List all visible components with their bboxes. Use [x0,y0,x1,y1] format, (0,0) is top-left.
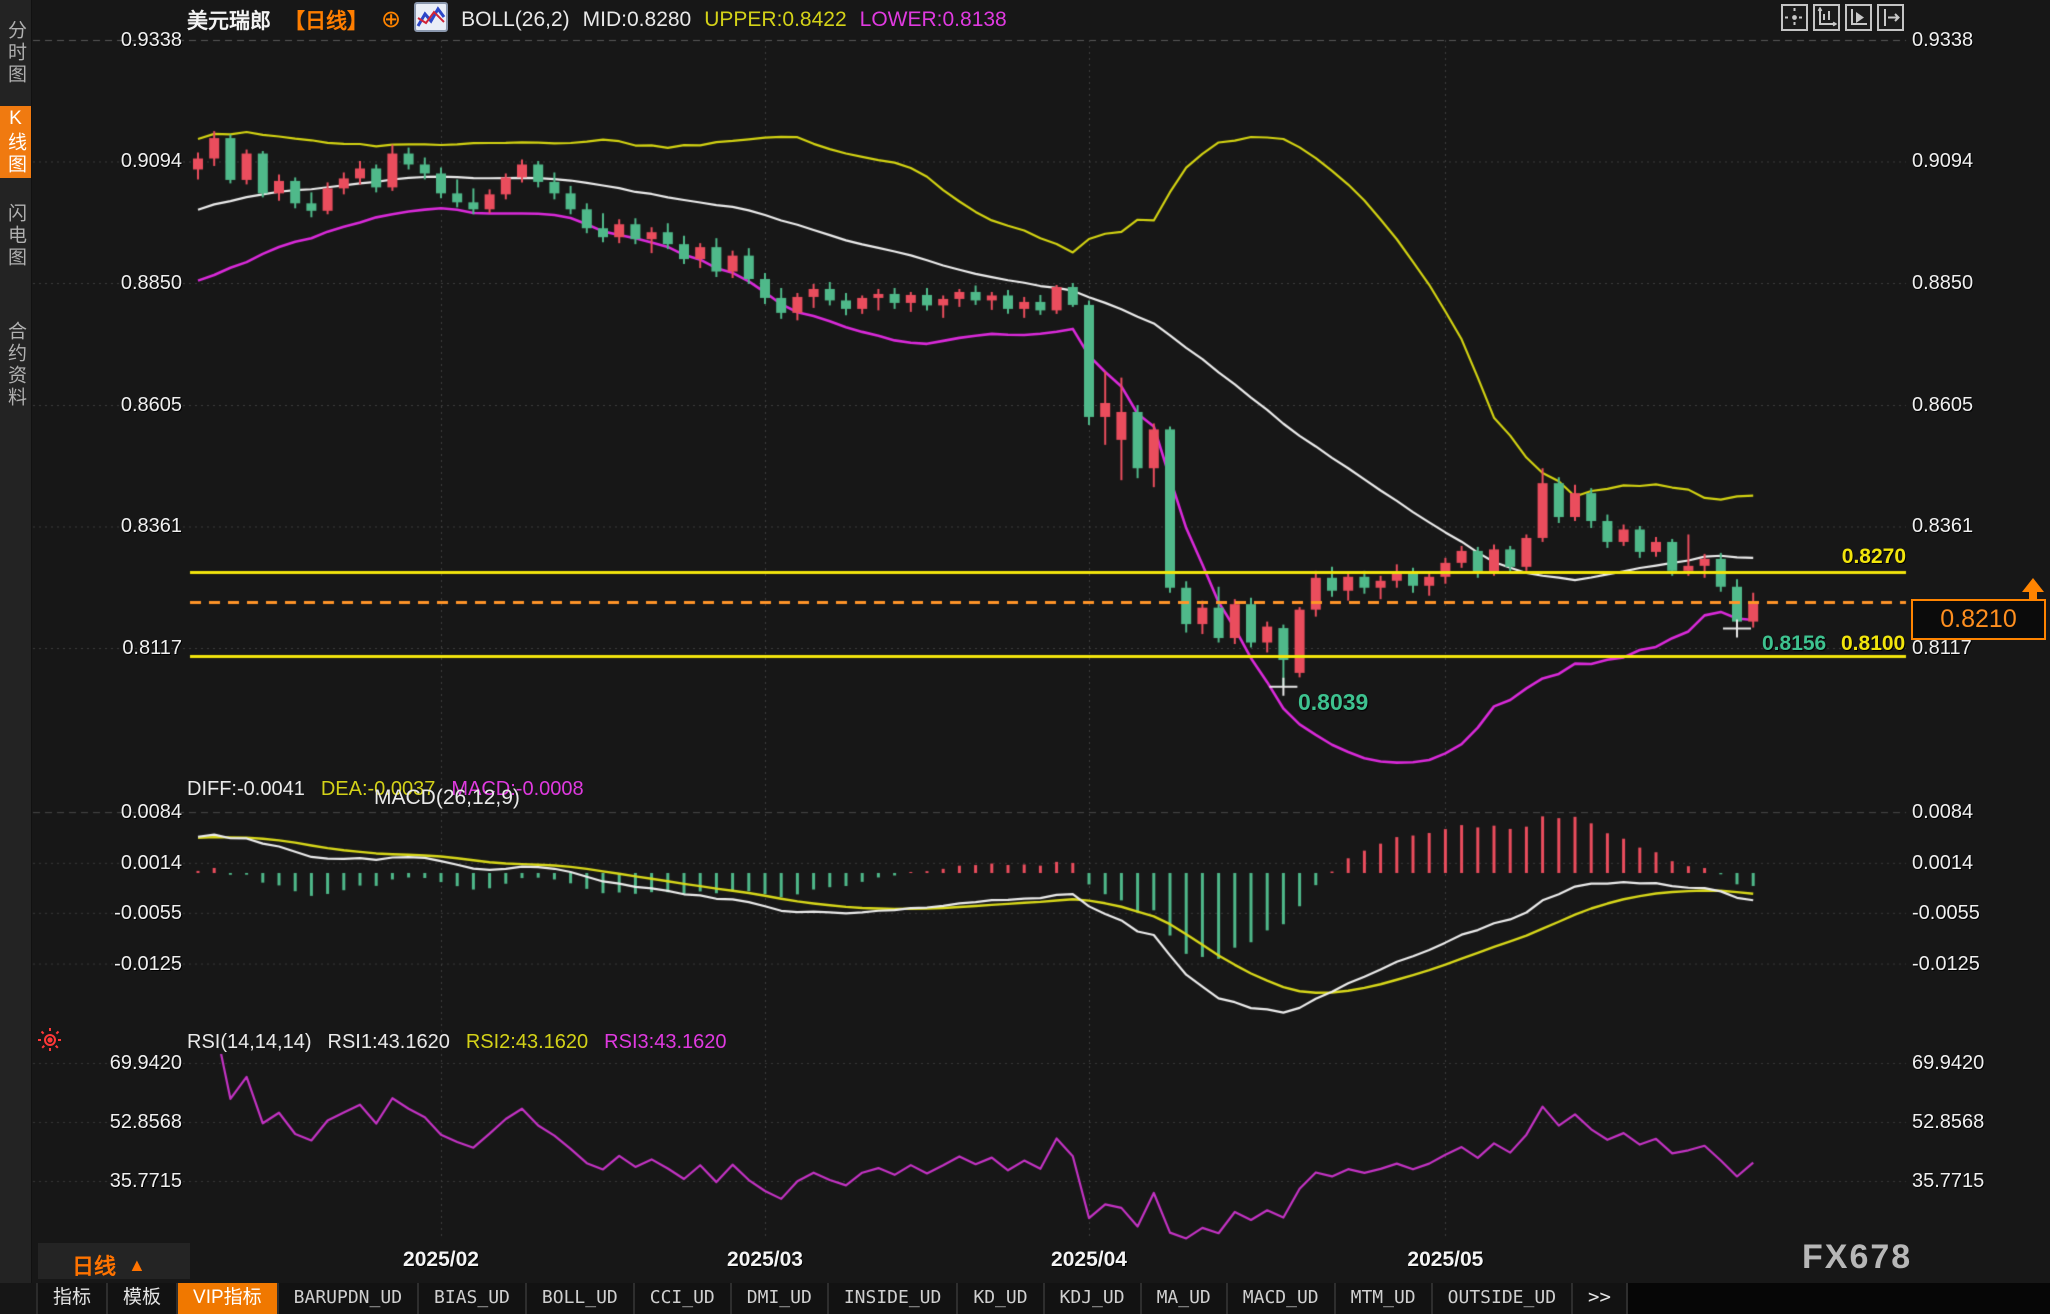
rsi-name: RSI(14,14,14) [187,1031,312,1054]
tab-mtm-ud[interactable]: MTM_UD [1336,1283,1433,1314]
axis-play-icon[interactable] [1845,4,1872,31]
tab-cci-ud[interactable]: CCI_UD [635,1283,732,1314]
fx678-watermark: FX678 [1802,1238,1912,1277]
tab-dmi-ud[interactable]: DMI_UD [732,1283,829,1314]
axis-tick-label: 0.8605 [96,393,182,417]
date-tick-label: 2025/05 [1365,1248,1525,1272]
rsi-panel-header: RSI(14,14,14) RSI1:43.1620 RSI2:43.1620 … [187,1031,727,1054]
tab-ma-ud[interactable]: MA_UD [1142,1283,1228,1314]
tab-barupdn-ud[interactable]: BARUPDN_UD [279,1283,419,1314]
macd-panel-header: MACD(26,12,9) DIFF:-0.0041 DEA:-0.0037 M… [187,778,584,801]
tab-kd-ud[interactable]: KD_UD [958,1283,1044,1314]
rsi2-value: RSI2:43.1620 [466,1031,588,1054]
axis-tick-label: 0.9094 [96,149,182,173]
axis-tick-label: 0.8850 [1912,271,2022,295]
chart-toolbar [1781,4,1904,31]
tab-kdj-ud[interactable]: KDJ_UD [1045,1283,1142,1314]
symbol-title: 美元瑞郎 [187,5,271,35]
chart-canvas[interactable] [0,0,2050,1314]
low-price-annotation: 0.8039 [1298,689,1368,716]
timeframe-selector[interactable]: 日线 ▲ [72,1249,146,1281]
axis-tick-label: 0.8361 [1912,514,2022,538]
indicator-chart-icon[interactable] [414,2,448,38]
triangle-up-icon: ▲ [128,1255,146,1276]
axis-tick-label: 0.9338 [96,28,182,52]
axis-tick-label: 69.9420 [1912,1051,2022,1075]
tab-vip-indicator[interactable]: VIP指标 [178,1283,279,1314]
crosshair-move-icon[interactable] [1781,4,1808,31]
sidebar-item-label: 分时图 [2,20,29,86]
current-price-box: 0.8210 [1911,599,2046,640]
axis-tick-label: 0.8117 [96,636,182,660]
sidebar-item-label: 闪电图 [2,203,29,269]
timeframe-label: 日线 [72,1249,116,1281]
boll-indicator-name: BOLL(26,2) [461,8,570,32]
boll-lower-value: LOWER:0.8138 [860,8,1007,32]
indicator-tab-bar: 指标 模板 VIP指标 BARUPDN_UD BIAS_UD BOLL_UD C… [0,1283,2050,1314]
axis-tick-label: 52.8568 [1912,1110,2022,1134]
axis-tick-label: -0.0125 [1912,952,2022,976]
chart-header: 美元瑞郎 【日线】 ⊕ BOLL(26,2) MID:0.8280 UPPER:… [187,3,1007,37]
date-tick-label: 2025/04 [1009,1248,1169,1272]
scroll-latest-icon[interactable] [2021,578,2045,600]
axis-tick-label: 69.9420 [96,1051,182,1075]
boll-upper-value: UPPER:0.8422 [704,8,846,32]
axis-tick-label: 0.8361 [96,514,182,538]
chart-window: 分时图 K线图 闪电图 合约资料 美元瑞郎 【日线】 ⊕ BOLL(26,2) … [0,0,2050,1314]
axis-tick-label: 35.7715 [1912,1169,2022,1193]
date-tick-label: 2025/03 [685,1248,845,1272]
tab-more[interactable]: >> [1573,1283,1628,1314]
axis-tick-label: 0.9094 [1912,149,2022,173]
sidebar-item-contract-info[interactable]: 合约资料 [0,298,31,432]
axis-shift-icon[interactable] [1877,4,1904,31]
add-indicator-icon[interactable]: ⊕ [381,8,401,32]
sidebar-item-label: K线图 [2,108,29,176]
axis-tick-label: -0.0055 [1912,901,2022,925]
axis-tick-label: -0.0055 [96,901,182,925]
tab-boll-ud[interactable]: BOLL_UD [527,1283,635,1314]
axis-tick-label: 0.8850 [96,271,182,295]
macd-diff-value: DIFF:-0.0041 [187,778,305,801]
axis-tick-label: 35.7715 [96,1169,182,1193]
lower-band-label: 0.8156 [1762,632,1826,656]
rsi1-value: RSI1:43.1620 [328,1031,450,1054]
tab-template[interactable]: 模板 [108,1283,178,1314]
alert-sun-icon[interactable] [36,1026,64,1059]
axis-tick-label: 0.0084 [1912,800,2022,824]
tab-indicator[interactable]: 指标 [38,1283,108,1314]
sidebar-item-kline[interactable]: K线图 [0,106,31,178]
boll-mid-value: MID:0.8280 [583,8,692,32]
sidebar-item-flash[interactable]: 闪电图 [0,188,31,284]
resistance-line-label: 0.8270 [1760,545,1906,569]
tab-macd-ud[interactable]: MACD_UD [1228,1283,1336,1314]
macd-name: MACD(26,12,9) [374,781,520,815]
tabbar-filler [1628,1283,2050,1314]
axis-tick-label: 52.8568 [96,1110,182,1134]
tabbar-spacer [0,1283,38,1314]
axis-tick-label: -0.0125 [96,952,182,976]
left-sidebar: 分时图 K线图 闪电图 合约资料 [0,0,32,1283]
sidebar-item-label: 合约资料 [2,321,29,409]
axis-tick-label: 0.8605 [1912,393,2022,417]
sidebar-item-timeshare[interactable]: 分时图 [0,6,31,100]
axis-tick-label: 0.0014 [96,851,182,875]
axis-tick-label: 0.9338 [1912,28,2022,52]
tab-inside-ud[interactable]: INSIDE_UD [829,1283,959,1314]
tab-outside-ud[interactable]: OUTSIDE_UD [1433,1283,1573,1314]
timeframe-tag[interactable]: 【日线】 [284,5,368,35]
axis-zoom-icon[interactable] [1813,4,1840,31]
date-tick-label: 2025/02 [361,1248,521,1272]
axis-tick-label: 0.0014 [1912,851,2022,875]
rsi3-value: RSI3:43.1620 [604,1031,726,1054]
tab-bias-ud[interactable]: BIAS_UD [419,1283,527,1314]
axis-tick-label: 0.0084 [96,800,182,824]
support-line-label: 0.8100 [1841,632,1905,656]
